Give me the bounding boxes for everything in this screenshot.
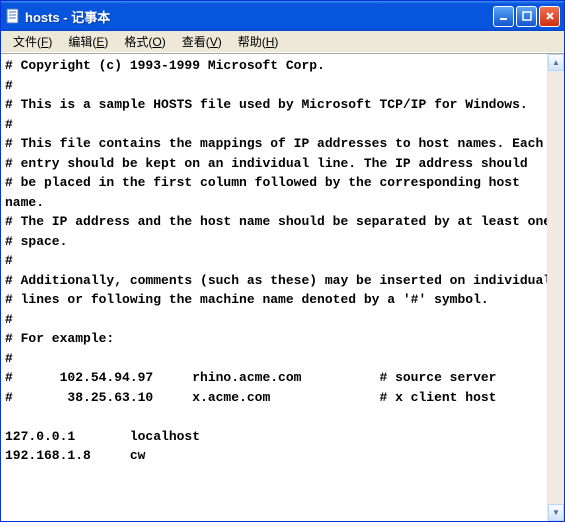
window-buttons	[493, 6, 560, 27]
close-button[interactable]	[539, 6, 560, 27]
notepad-window: hosts - 记事本 文件(F) 编辑(E) 格式(O) 查看(V) 帮助(H…	[0, 0, 565, 522]
menu-format[interactable]: 格式(O)	[116, 31, 173, 52]
scroll-down-button[interactable]: ▼	[548, 504, 564, 521]
menu-file[interactable]: 文件(F)	[5, 31, 60, 52]
window-title: hosts - 记事本	[25, 7, 493, 26]
scroll-up-button[interactable]: ▲	[548, 54, 564, 71]
text-area-container: # Copyright (c) 1993-1999 Microsoft Corp…	[1, 53, 564, 521]
titlebar[interactable]: hosts - 记事本	[1, 1, 564, 31]
vertical-scrollbar[interactable]: ▲ ▼	[547, 54, 564, 521]
scroll-track[interactable]	[548, 71, 564, 504]
minimize-button[interactable]	[493, 6, 514, 27]
notepad-icon	[5, 8, 21, 24]
menu-view[interactable]: 查看(V)	[174, 31, 230, 52]
menubar: 文件(F) 编辑(E) 格式(O) 查看(V) 帮助(H)	[1, 31, 564, 53]
menu-edit[interactable]: 编辑(E)	[60, 31, 116, 52]
maximize-button[interactable]	[516, 6, 537, 27]
text-content[interactable]: # Copyright (c) 1993-1999 Microsoft Corp…	[1, 54, 564, 468]
menu-help[interactable]: 帮助(H)	[230, 31, 287, 52]
